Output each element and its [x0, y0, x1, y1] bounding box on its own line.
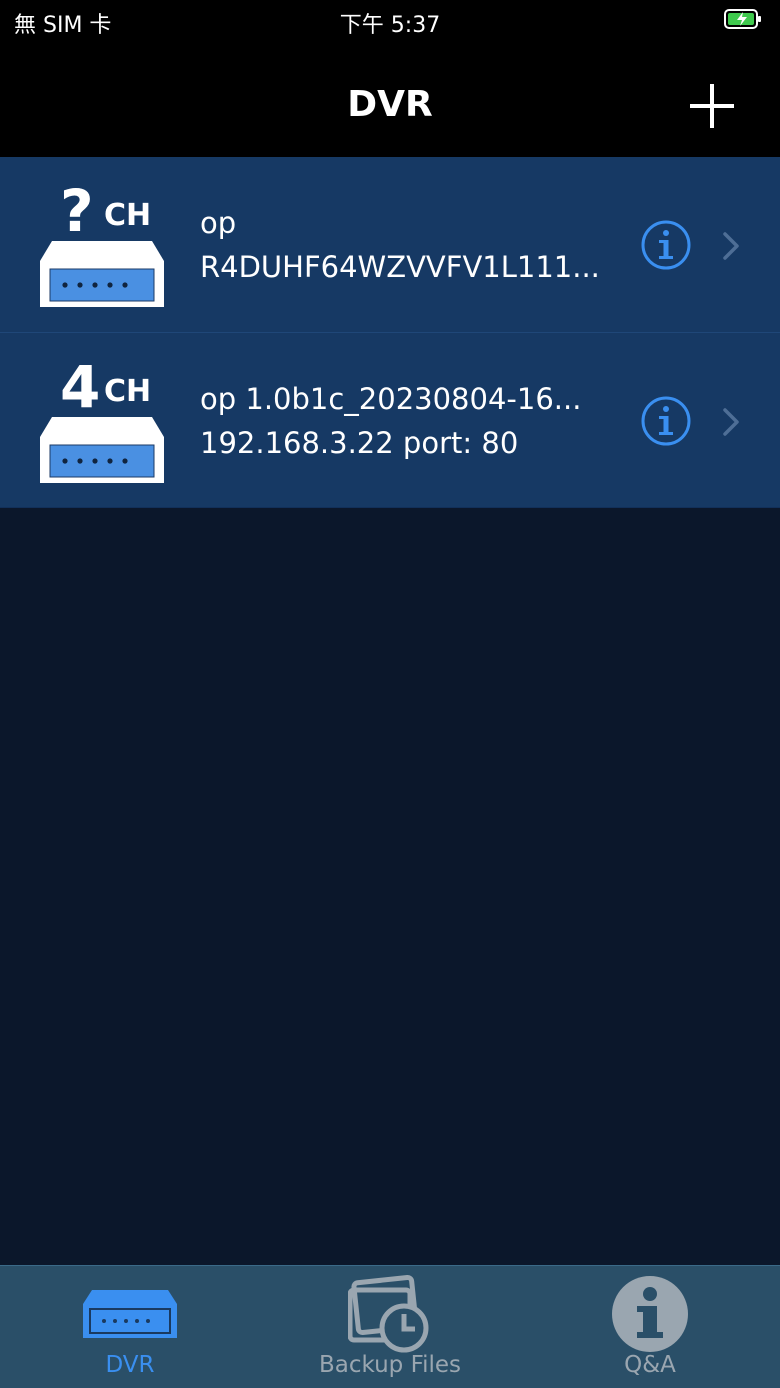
backup-files-icon	[348, 1275, 429, 1353]
device-name: op 1.0b1c_20230804-16...	[200, 382, 582, 416]
info-icon	[641, 396, 691, 446]
navigation-bar: DVR	[0, 40, 780, 157]
add-device-button[interactable]	[686, 80, 738, 132]
battery-charging-icon	[724, 9, 761, 29]
device-id: R4DUHF64WZVVFV1L111...	[200, 250, 600, 284]
tab-backup-files[interactable]: Backup Files	[260, 1266, 520, 1388]
channel-count: 4	[60, 353, 101, 421]
device-name: op	[200, 206, 237, 240]
chevron-right-icon	[723, 232, 739, 260]
status-bar: 無 SIM 卡 下午 5:37	[0, 0, 780, 40]
tab-dvr[interactable]: DVR	[0, 1266, 260, 1388]
dvr-box-icon	[40, 417, 164, 483]
chevron-right-icon	[723, 408, 739, 436]
device-row[interactable]: ? CH op R4DUHF64WZVVFV1L111...	[0, 157, 780, 333]
info-button[interactable]	[640, 395, 692, 447]
tab-qa[interactable]: Q&A	[520, 1266, 780, 1388]
page-title: DVR	[347, 84, 433, 125]
dvr-device-icon: ? CH	[38, 179, 166, 309]
tab-label: Backup Files	[318, 1352, 462, 1378]
tab-label: Q&A	[624, 1352, 676, 1378]
device-row[interactable]: 4 CH op 1.0b1c_20230804-16... 192.168.3.…	[0, 333, 780, 508]
tab-label: DVR	[105, 1352, 155, 1378]
dvr-device-icon: 4 CH	[38, 355, 166, 485]
channel-suffix: CH	[104, 198, 152, 233]
device-list: ? CH op R4DUHF64WZVVFV1L111... 4 CH op 1…	[0, 157, 780, 508]
channel-count: ?	[60, 177, 94, 245]
device-info: op R4DUHF64WZVVFV1L111...	[200, 201, 610, 289]
info-button[interactable]	[640, 219, 692, 271]
tab-bar: DVR Backup Files Q&A	[0, 1265, 780, 1388]
device-address: 192.168.3.22 port: 80	[200, 426, 519, 460]
info-icon	[641, 220, 691, 270]
device-info: op 1.0b1c_20230804-16... 192.168.3.22 po…	[200, 377, 610, 465]
clock: 下午 5:37	[339, 13, 441, 38]
dvr-icon	[83, 1290, 177, 1338]
info-icon	[612, 1276, 688, 1352]
channel-suffix: CH	[104, 374, 152, 409]
dvr-box-icon	[40, 241, 164, 307]
plus-icon	[690, 84, 734, 128]
